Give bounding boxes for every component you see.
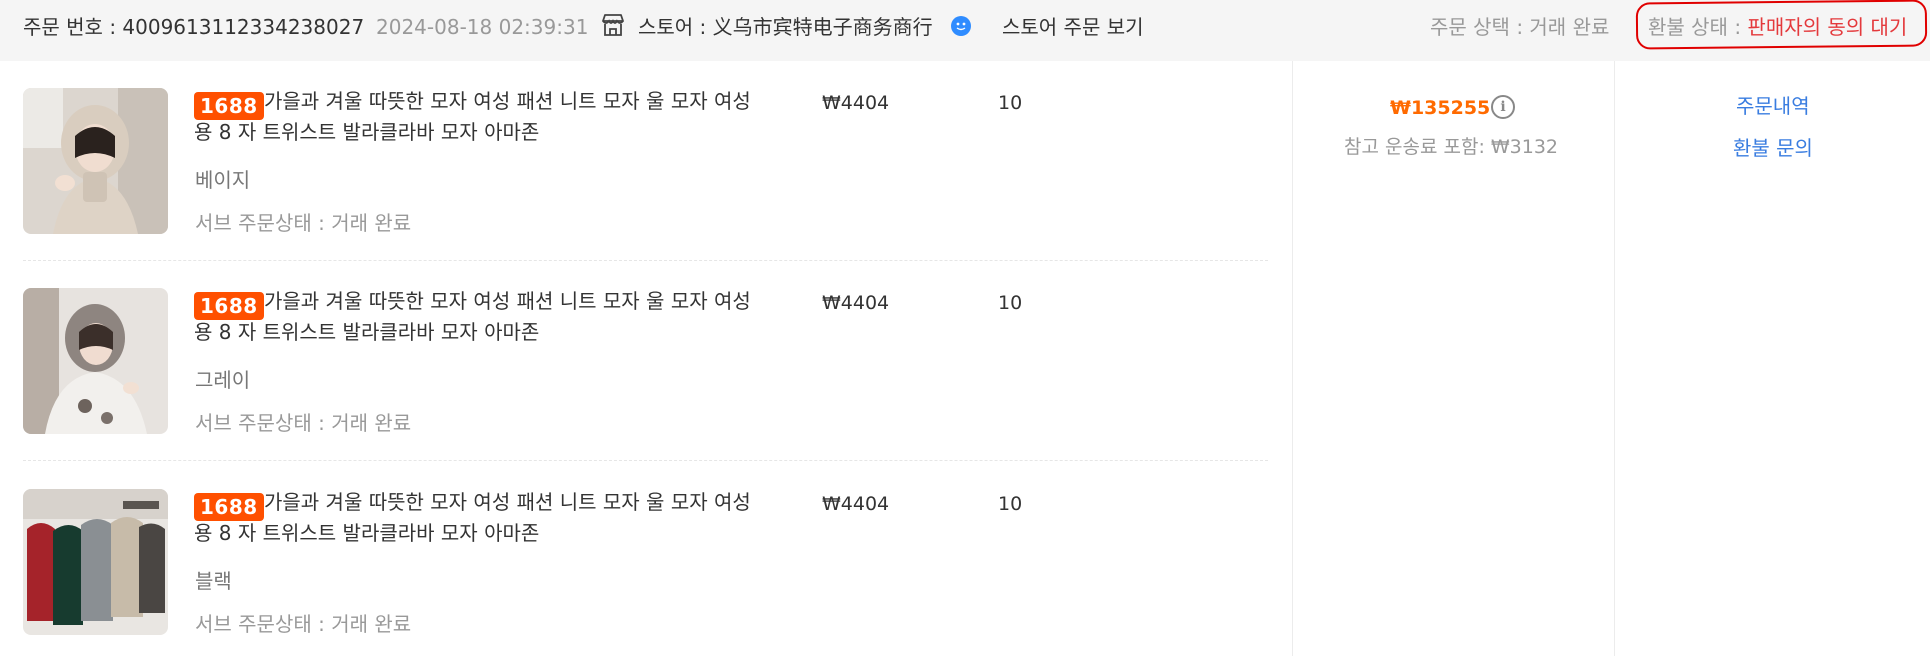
sub-order-status: 서브 주문상태 : 거래 완료 xyxy=(195,411,412,435)
quantity: 10 xyxy=(998,493,1023,515)
list-item: 1688 가을과 겨울 따뜻한 모자 여성 패션 니트 모자 울 모자 여성용 … xyxy=(0,261,1292,461)
order-total: ₩135255 xyxy=(1390,97,1491,119)
quantity: 10 xyxy=(998,92,1023,114)
shipping-included: 참고 운송료 포함: ₩3132 xyxy=(1344,136,1559,158)
unit-price: ₩4404 xyxy=(822,493,890,515)
refund-inquiry-link[interactable]: 환불 문의 xyxy=(1733,132,1813,161)
order-time: 2024-08-18 02:39:31 xyxy=(376,15,589,39)
view-store-orders-link[interactable]: 스토어 주문 보기 xyxy=(1002,0,1144,54)
sub-order-status: 서브 주문상태 : 거래 완료 xyxy=(195,211,412,235)
store-name[interactable]: 스토어 : 义乌市宾特电子商务商行 xyxy=(638,0,933,54)
sub-order-status: 서브 주문상태 : 거래 완료 xyxy=(195,612,412,636)
product-variant: 그레이 xyxy=(195,368,251,392)
order-status: 주문 상택 : 거래 완료 xyxy=(1430,15,1610,39)
unit-price: ₩4404 xyxy=(822,92,890,114)
product-image[interactable] xyxy=(23,88,168,234)
product-image[interactable] xyxy=(23,288,168,434)
chat-icon[interactable] xyxy=(950,15,972,37)
product-variant: 블랙 xyxy=(195,569,232,593)
order-details-link[interactable]: 주문내역 xyxy=(1736,90,1810,119)
list-item: 1688 가을과 겨울 따뜻한 모자 여성 패션 니트 모자 울 모자 여성용 … xyxy=(0,461,1292,661)
product-image[interactable] xyxy=(23,489,168,635)
order-number: 주문 번호 : 4009613112334238027 xyxy=(23,15,365,39)
unit-price: ₩4404 xyxy=(822,292,890,314)
column-divider xyxy=(1614,61,1615,656)
column-divider xyxy=(1292,61,1293,656)
product-title[interactable]: 가을과 겨울 따뜻한 모자 여성 패션 니트 모자 울 모자 여성용 8 자 트… xyxy=(194,86,754,148)
info-icon[interactable]: i xyxy=(1491,95,1515,119)
quantity: 10 xyxy=(998,292,1023,314)
store-icon xyxy=(600,12,626,38)
product-title[interactable]: 가을과 겨울 따뜻한 모자 여성 패션 니트 모자 울 모자 여성용 8 자 트… xyxy=(194,286,754,348)
list-item: 1688 가을과 겨울 따뜻한 모자 여성 패션 니트 모자 울 모자 여성용 … xyxy=(0,61,1292,261)
product-variant: 베이지 xyxy=(195,168,251,192)
product-title[interactable]: 가을과 겨울 따뜻한 모자 여성 패션 니트 모자 울 모자 여성용 8 자 트… xyxy=(194,487,754,549)
refund-status-highlight xyxy=(1635,0,1928,50)
